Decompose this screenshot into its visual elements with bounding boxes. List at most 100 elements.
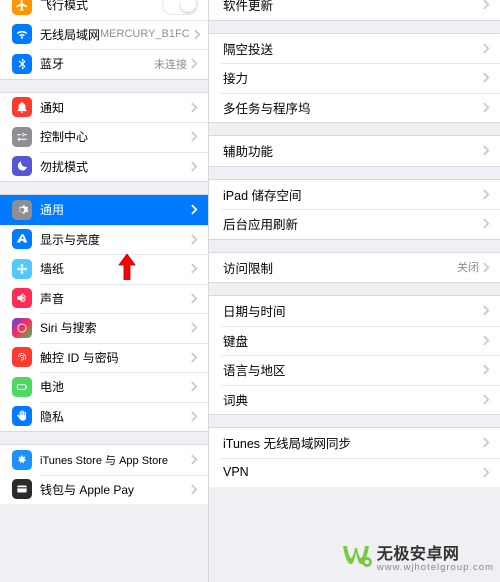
sidebar-item-notifications[interactable]: 通知 [0,93,208,123]
detail-item-software-update[interactable]: 软件更新 [209,0,500,20]
detail-item-restrictions[interactable]: 访问限制 关闭 [209,253,500,283]
detail-item-multitasking[interactable]: 多任务与程序坞 [209,93,500,123]
detail-item-label: iPad 储存空间 [223,185,302,204]
chevron-right-icon [191,263,198,274]
detail-item-label: 接力 [223,68,248,87]
sidebar-item-bluetooth[interactable]: 蓝牙 未连接 [0,49,208,79]
chevron-right-icon [191,131,198,142]
settings-sidebar: 飞行模式 无线局域网 MERCURY_B1FC 蓝牙 未连接 [0,0,208,582]
detail-item-label: VPN [223,465,249,479]
battery-icon [12,377,32,397]
sidebar-item-label: iTunes Store 与 App Store [40,452,168,468]
detail-item-handoff[interactable]: 接力 [209,63,500,93]
detail-item-airdrop[interactable]: 隔空投送 [209,34,500,64]
sidebar-item-label: 显示与亮度 [40,231,100,248]
sidebar-item-sounds[interactable]: 声音 [0,284,208,314]
detail-group-accessibility: 辅助功能 [209,135,500,167]
chevron-right-icon [483,0,490,10]
sidebar-item-battery[interactable]: 电池 [0,372,208,402]
detail-item-label: 隔空投送 [223,39,273,58]
siri-icon [12,318,32,338]
chevron-right-icon [483,394,490,405]
sidebar-item-label: 隐私 [40,408,64,425]
detail-item-label: 键盘 [223,331,248,350]
chevron-right-icon [483,262,490,273]
fingerprint-icon [12,347,32,367]
sidebar-group-store: iTunes Store 与 App Store 钱包与 Apple Pay [0,444,208,504]
sidebar-item-label: 勿扰模式 [40,158,88,175]
sidebar-item-wallpaper[interactable]: 墙纸 [0,254,208,284]
sidebar-item-wifi[interactable]: 无线局域网 MERCURY_B1FC [0,20,208,50]
sidebar-group-alerts: 通知 控制中心 勿扰模式 [0,92,208,183]
detail-item-date-time[interactable]: 日期与时间 [209,296,500,326]
wallet-icon [12,479,32,499]
sidebar-item-label: 电池 [40,378,64,395]
detail-item-keyboard[interactable]: 键盘 [209,326,500,356]
moon-icon [12,156,32,176]
watermark: 无极安卓网 www.wjhotelgroup.com [339,538,494,574]
detail-group-locale: 日期与时间 键盘 语言与地区 词典 [209,295,500,415]
sidebar-item-display[interactable]: 显示与亮度 [0,225,208,255]
chevron-right-icon [191,204,198,215]
gear-icon [12,200,32,220]
annotation-arrow-icon [118,254,136,280]
wifi-value: MERCURY_B1FC [100,28,190,40]
sidebar-item-wallet[interactable]: 钱包与 Apple Pay [0,475,208,505]
sidebar-group-connectivity: 飞行模式 无线局域网 MERCURY_B1FC 蓝牙 未连接 [0,0,208,80]
detail-item-storage[interactable]: iPad 储存空间 [209,180,500,210]
sidebar-item-label: 飞行模式 [40,0,88,13]
airplane-toggle[interactable] [162,0,198,15]
sidebar-item-label: 触控 ID 与密码 [40,349,119,366]
chevron-right-icon [483,145,490,156]
chevron-right-icon [483,364,490,375]
detail-group-continuity: 隔空投送 接力 多任务与程序坞 [209,33,500,124]
chevron-right-icon [483,437,490,448]
bluetooth-value: 未连接 [154,56,187,72]
sidebar-item-label: 钱包与 Apple Pay [40,481,134,498]
sidebar-item-label: 控制中心 [40,128,88,145]
detail-item-label: 日期与时间 [223,301,286,320]
detail-item-label: 多任务与程序坞 [223,98,311,117]
chevron-right-icon [483,335,490,346]
sidebar-item-label: Siri 与搜索 [40,319,97,336]
detail-item-label: 软件更新 [223,0,273,14]
bluetooth-icon [12,54,32,74]
bell-icon [12,97,32,117]
watermark-text: 无极安卓网 www.wjhotelgroup.com [377,540,494,573]
speaker-icon [12,288,32,308]
chevron-right-icon [191,454,198,465]
detail-group-update: 软件更新 [209,0,500,21]
wifi-icon [12,24,32,44]
sidebar-group-device: 通用 显示与亮度 墙纸 声音 [0,194,208,432]
watermark-logo-icon [339,538,375,574]
chevron-right-icon [191,102,198,113]
sidebar-item-label: 无线局域网 [40,26,100,43]
detail-item-dictionary[interactable]: 词典 [209,385,500,415]
chevron-right-icon [483,467,490,478]
chevron-right-icon [191,381,198,392]
detail-item-label: 语言与地区 [223,360,286,379]
detail-item-accessibility[interactable]: 辅助功能 [209,136,500,166]
chevron-right-icon [483,305,490,316]
chevron-right-icon [191,352,198,363]
detail-item-language[interactable]: 语言与地区 [209,355,500,385]
sidebar-item-dnd[interactable]: 勿扰模式 [0,152,208,182]
watermark-brand: 无极安卓网 [377,546,460,563]
chevron-right-icon [191,161,198,172]
sidebar-item-siri[interactable]: Siri 与搜索 [0,313,208,343]
sidebar-item-general[interactable]: 通用 [0,195,208,225]
chevron-right-icon [483,189,490,200]
sidebar-item-control-center[interactable]: 控制中心 [0,122,208,152]
detail-group-sync: iTunes 无线局域网同步 VPN [209,427,500,487]
chevron-right-icon [191,411,198,422]
detail-item-itunes-wifi-sync[interactable]: iTunes 无线局域网同步 [209,428,500,458]
sidebar-item-itunes-store[interactable]: iTunes Store 与 App Store [0,445,208,475]
sidebar-item-privacy[interactable]: 隐私 [0,402,208,432]
sidebar-item-label: 通知 [40,99,64,116]
hand-icon [12,406,32,426]
chevron-right-icon [483,102,490,113]
detail-item-background-refresh[interactable]: 后台应用刷新 [209,209,500,239]
sidebar-item-airplane[interactable]: 飞行模式 [0,0,208,20]
sidebar-item-touchid[interactable]: 触控 ID 与密码 [0,343,208,373]
detail-item-vpn[interactable]: VPN [209,458,500,488]
